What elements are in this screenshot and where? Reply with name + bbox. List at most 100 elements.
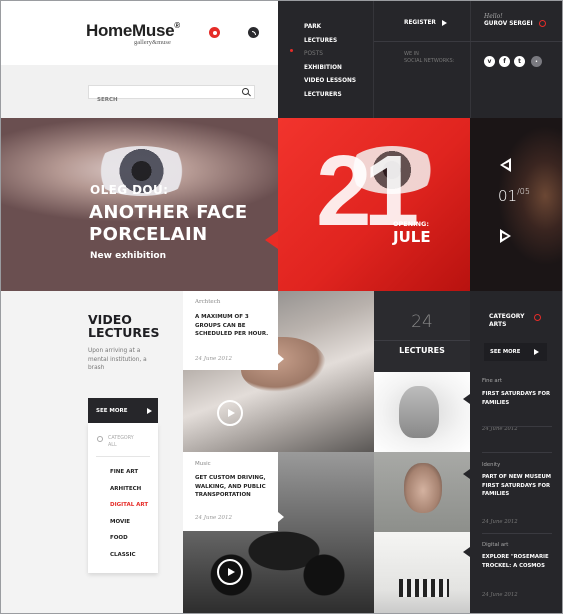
card-2-date: 24 June 2012 bbox=[195, 515, 233, 521]
video-lectures-title-2: LECTURES bbox=[88, 325, 160, 340]
side-item-title: FIRST SATURDAYS FOR FAMILIES bbox=[482, 391, 551, 406]
vimeo-icon[interactable]: v bbox=[484, 56, 495, 67]
side-item-date: 24 June 2012 bbox=[482, 518, 518, 525]
slide-counter: 01/05 bbox=[498, 187, 530, 205]
play-icon[interactable] bbox=[217, 559, 243, 585]
power-icon[interactable] bbox=[534, 314, 541, 321]
hero-opening: OPENING: bbox=[393, 220, 429, 228]
arrow-right-icon bbox=[534, 349, 539, 355]
thumb-portrait-pointer bbox=[463, 469, 470, 479]
side-item[interactable]: Idenity PART OF NEW MUSEUM FIRST SATURDA… bbox=[482, 462, 562, 525]
menu-item-lectures[interactable]: LECTURES bbox=[304, 35, 356, 49]
social-label-line1: WE IN bbox=[404, 51, 419, 57]
side-item-divider bbox=[482, 533, 552, 534]
card-2-pointer bbox=[278, 512, 284, 522]
see-more-button[interactable]: SEE MORE bbox=[88, 398, 158, 423]
nav-column-divider bbox=[373, 1, 374, 118]
category-item-food[interactable]: FOOD bbox=[110, 530, 148, 547]
side-item[interactable]: Digital art EXPLORE "ROSEMARIE TROCKEL: … bbox=[482, 542, 562, 598]
search-input[interactable] bbox=[89, 94, 229, 106]
side-item-category: Digital art bbox=[482, 542, 509, 548]
card-2-category: Music bbox=[195, 461, 211, 467]
search-icon-handle bbox=[247, 92, 251, 97]
category-arts-label-1: CATEGORY bbox=[489, 313, 525, 320]
sidebar-see-more-button[interactable]: SEE MORE bbox=[484, 343, 547, 361]
category-arts-label-2: ARTS bbox=[489, 321, 507, 328]
menu-item-video-lessons[interactable]: VIDEO LESSONS bbox=[304, 75, 356, 89]
slider-next-icon-inner bbox=[502, 233, 508, 239]
lectures-number: 24 bbox=[411, 312, 433, 332]
side-item-category: Fine art bbox=[482, 378, 502, 384]
user-menu[interactable]: GUROV SERGEI bbox=[484, 20, 546, 27]
category-item-arhitech[interactable]: ARHITECH bbox=[110, 481, 148, 498]
slider-prev-icon-inner bbox=[503, 162, 509, 168]
record-icon[interactable] bbox=[209, 27, 220, 38]
play-icon[interactable] bbox=[217, 400, 243, 426]
interior-furniture bbox=[399, 579, 449, 597]
power-icon[interactable] bbox=[538, 20, 546, 27]
menu-item-exhibition[interactable]: EXHIBITION bbox=[304, 62, 356, 76]
category-arts-label[interactable]: CATEGORY ARTS bbox=[489, 313, 524, 329]
category-circle-icon bbox=[97, 436, 103, 442]
menu-item-lecturers[interactable]: LECTURERS bbox=[304, 89, 356, 103]
card-2[interactable]: Music GET CUSTOM DRIVING, WALKING, AND P… bbox=[183, 452, 278, 531]
brand-name: HomeMuse bbox=[86, 21, 175, 40]
hand-figure bbox=[399, 386, 439, 438]
category-item-movie[interactable]: MOVIE bbox=[110, 514, 148, 531]
card-1-pointer bbox=[278, 354, 284, 364]
side-item-title: EXPLORE "ROSEMARIE TROCKEL: A COSMOS bbox=[482, 554, 549, 569]
video-lectures-desc: Upon arriving at a mental institution, a… bbox=[88, 348, 147, 371]
motorcycle-figure bbox=[196, 519, 356, 599]
sidebar-see-more-label: SEE MORE bbox=[490, 349, 521, 355]
user-name: GUROV SERGEI bbox=[484, 20, 533, 27]
hero-subtitle: New exhibition bbox=[90, 251, 166, 261]
hello-text: Hello! bbox=[484, 13, 503, 20]
category-divider bbox=[96, 456, 150, 457]
social-label-line2: SOCIAL NETWORKS: bbox=[404, 58, 455, 64]
hero-month: JULE bbox=[393, 228, 431, 246]
register-link[interactable]: REGISTER bbox=[404, 20, 447, 26]
thumb-hand-pointer bbox=[463, 394, 470, 404]
other-social-icon[interactable]: • bbox=[531, 56, 542, 67]
twitter-icon[interactable]: t bbox=[514, 56, 525, 67]
thumb-interior-pointer bbox=[463, 547, 470, 557]
category-item-digital-art[interactable]: DIGITAL ART bbox=[110, 497, 148, 514]
brand-reg: ® bbox=[174, 21, 180, 30]
category-item-fine-art[interactable]: FINE ART bbox=[110, 464, 148, 481]
page: HomeMuse® gallery&muse PARK LECTURES POS… bbox=[0, 0, 563, 614]
category-list: FINE ART ARHITECH DIGITAL ART MOVIE FOOD… bbox=[110, 464, 148, 563]
portrait-face bbox=[404, 463, 442, 513]
search-box[interactable] bbox=[88, 85, 255, 106]
side-item-date: 24 June 2012 bbox=[482, 592, 518, 598]
facebook-icon[interactable]: f bbox=[499, 56, 510, 67]
social-label: WE IN SOCIAL NETWORKS: bbox=[404, 51, 454, 65]
hero-title-1: ANOTHER FACE bbox=[89, 202, 248, 223]
active-dot-icon bbox=[290, 49, 293, 52]
logo[interactable]: HomeMuse® gallery&muse bbox=[86, 21, 180, 46]
nav-divider bbox=[374, 41, 562, 42]
card-2-title: GET CUSTOM DRIVING, WALKING, AND PUBLIC … bbox=[195, 475, 266, 498]
side-item-category: Idenity bbox=[482, 462, 501, 468]
menu-item-posts[interactable]: POSTS bbox=[304, 48, 356, 62]
card-1[interactable]: Archtech A MAXIMUM OF 3 GROUPS CAN BE SC… bbox=[183, 291, 278, 370]
category-item-classic[interactable]: CLASSIC bbox=[110, 547, 148, 564]
card-1-title: A MAXIMUM OF 3 GROUPS CAN BE SCHEDULED P… bbox=[195, 314, 269, 337]
hero-pointer bbox=[265, 231, 278, 249]
register-label: REGISTER bbox=[404, 20, 436, 26]
hero-artist: OLEG DOU: bbox=[90, 183, 169, 197]
nav-column-divider bbox=[470, 1, 471, 118]
slide-total: /05 bbox=[517, 187, 530, 196]
category-header-value: ALL bbox=[108, 443, 117, 448]
rss-icon[interactable] bbox=[248, 27, 259, 38]
side-item[interactable]: Fine art FIRST SATURDAYS FOR FAMILIES 24… bbox=[482, 378, 562, 432]
see-more-label: SEE MORE bbox=[96, 407, 128, 414]
card-1-date: 24 June 2012 bbox=[195, 356, 233, 362]
side-item-divider bbox=[482, 426, 552, 427]
arrow-right-icon bbox=[441, 20, 447, 26]
main-menu: PARK LECTURES POSTS EXHIBITION VIDEO LES… bbox=[304, 21, 356, 102]
slide-current: 01 bbox=[498, 187, 518, 205]
thumb-interior[interactable] bbox=[374, 532, 470, 613]
category-header[interactable]: CATEGORY ALL bbox=[97, 435, 134, 449]
menu-item-park[interactable]: PARK bbox=[304, 21, 356, 35]
category-header-label: CATEGORY bbox=[108, 436, 134, 441]
